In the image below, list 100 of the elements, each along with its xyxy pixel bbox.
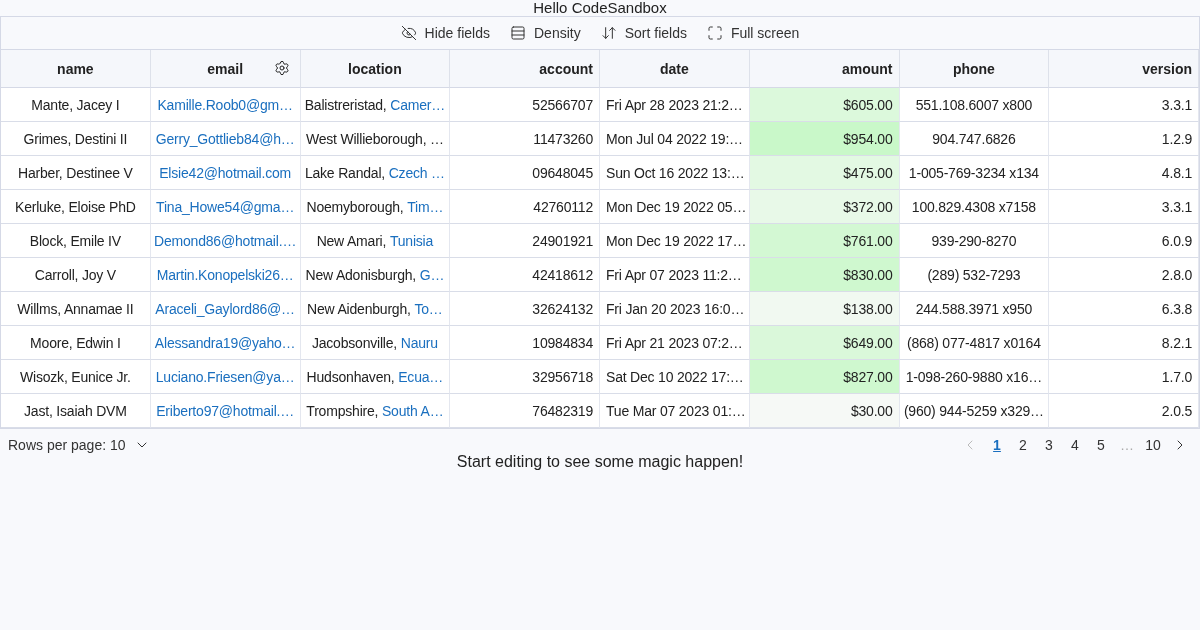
settings-icon[interactable] <box>273 60 290 76</box>
country-link[interactable]: Tunisia <box>389 232 434 249</box>
email-link[interactable]: Demond86@hotmail.… <box>154 232 297 249</box>
column-title[interactable]: name <box>57 60 94 77</box>
country-link[interactable]: Ecua… <box>398 368 444 385</box>
table-cell: Wisozk, Eunice Jr. <box>1 360 151 394</box>
table-cell: Fri Apr 28 2023 21:2… <box>600 88 750 122</box>
rows-per-page-select[interactable]: Rows per page: 10 <box>8 437 150 453</box>
email-link[interactable]: Gerry_Gottlieb84@h… <box>155 130 295 147</box>
table-cell: 3.3.1 <box>1049 88 1199 122</box>
email-link[interactable]: Tina_Howe54@gma… <box>156 198 295 215</box>
table-cell: Mon Dec 19 2022 17… <box>600 224 750 258</box>
toolbar-button[interactable]: Sort fields <box>600 25 687 41</box>
page-button[interactable]: 1 <box>986 437 1008 453</box>
table-cell: 8.2.1 <box>1049 326 1199 360</box>
column-title[interactable]: location <box>348 60 402 77</box>
city-text: New Amari, <box>316 232 388 249</box>
table-cell: 3.3.1 <box>1049 190 1199 224</box>
amount-cell: $954.00 <box>749 122 900 156</box>
table-cell: 32956718 <box>450 360 600 394</box>
city-text: Lake Randal, <box>304 164 386 181</box>
country-link[interactable]: Nauru <box>400 334 438 351</box>
city-text: New Aidenburgh, <box>307 300 412 317</box>
email-link[interactable]: Martin.Konopelski26… <box>156 266 294 283</box>
column-title[interactable]: version <box>1142 60 1192 77</box>
amount-cell: $30.00 <box>749 394 900 428</box>
table-cell: Mon Jul 04 2022 19:… <box>600 122 750 156</box>
country-link[interactable]: To… <box>414 300 443 317</box>
table-cell: 10984834 <box>450 326 600 360</box>
email-link[interactable]: Luciano.Friesen@ya… <box>155 368 295 385</box>
city-text: Jacobsonville, <box>311 334 399 351</box>
country-link[interactable]: G… <box>419 266 445 283</box>
country-link[interactable]: South A… <box>382 402 444 419</box>
country-link[interactable]: Camer… <box>390 96 446 113</box>
column-title[interactable]: phone <box>952 60 995 77</box>
table-cell: Mante, Jacey I <box>1 88 151 122</box>
table-cell: 244.588.3971 x950 <box>899 292 1050 326</box>
column-title[interactable]: date <box>659 60 689 77</box>
country-link[interactable]: Czech … <box>388 164 445 181</box>
page-button[interactable]: 3 <box>1038 437 1060 453</box>
toolbar-button[interactable]: Hide fields <box>400 25 490 41</box>
column-title[interactable]: email <box>207 60 244 77</box>
table-cell: Harber, Destinee V <box>1 156 151 190</box>
table-cell: Fri Apr 07 2023 11:2… <box>600 258 750 292</box>
amount-cell: $138.00 <box>749 292 900 326</box>
table-cell: Fri Apr 21 2023 07:2… <box>600 326 750 360</box>
page-button[interactable]: 4 <box>1064 437 1086 453</box>
amount-cell: $605.00 <box>749 88 900 122</box>
table-cell: 09648045 <box>450 156 600 190</box>
table-cell: 6.0.9 <box>1049 224 1199 258</box>
city-text: Noemyborough, <box>306 198 405 215</box>
email-link[interactable]: Alessandra19@yaho… <box>154 334 296 351</box>
amount-cell: $827.00 <box>749 360 900 394</box>
hint-message: Start editing to see some magic happen! <box>455 453 745 471</box>
email-link[interactable]: Kamille.Roob0@gm… <box>157 96 293 113</box>
table-cell: 52566707 <box>450 88 600 122</box>
table-cell: Willms, Annamae II <box>1 292 151 326</box>
table-cell: Mon Dec 19 2022 05… <box>600 190 750 224</box>
table-cell: 32624132 <box>450 292 600 326</box>
amount-cell: $649.00 <box>749 326 900 360</box>
amount-cell: $830.00 <box>749 258 900 292</box>
table-cell: 2.0.5 <box>1049 394 1199 428</box>
density-icon <box>510 25 526 41</box>
column-title[interactable]: account <box>539 60 593 77</box>
city-text: Hudsonhaven, <box>306 368 396 385</box>
toolbar-button[interactable]: Density <box>510 25 581 41</box>
table-cell: 76482319 <box>450 394 600 428</box>
table-cell: Fri Jan 20 2023 16:0… <box>600 292 750 326</box>
table-cell: 4.8.1 <box>1049 156 1199 190</box>
table-cell: 100.829.4308 x7158 <box>899 190 1050 224</box>
city-text: Balistreristad, <box>304 96 388 113</box>
table-cell: Block, Emile IV <box>1 224 151 258</box>
page-button[interactable]: 10 <box>1142 437 1164 453</box>
table-cell: Sun Oct 16 2022 13:… <box>600 156 750 190</box>
table-cell: Moore, Edwin I <box>1 326 151 360</box>
table-cell: 42418612 <box>450 258 600 292</box>
email-link[interactable]: Araceli_Gaylord86@… <box>155 300 295 317</box>
table-cell: Jast, Isaiah DVM <box>1 394 151 428</box>
page-title: Hello CodeSandbox <box>532 0 668 16</box>
table-cell: 11473260 <box>450 122 600 156</box>
city-text: Trompshire, <box>306 402 380 419</box>
table-cell: Grimes, Destini II <box>1 122 151 156</box>
table-cell: 2.8.0 <box>1049 258 1199 292</box>
table-cell: Kerluke, Eloise PhD <box>1 190 151 224</box>
fullscreen-icon <box>706 25 723 41</box>
table-cell: 904.747.6826 <box>899 122 1050 156</box>
table-cell: Carroll, Joy V <box>1 258 151 292</box>
table-cell: (868) 077-4817 x0164 <box>899 326 1050 360</box>
page-button[interactable]: 5 <box>1090 437 1112 453</box>
toolbar-button[interactable]: Full screen <box>706 25 800 41</box>
column-title[interactable]: amount <box>841 60 893 77</box>
table-cell: 24901921 <box>450 224 600 258</box>
table-cell: 1-005-769-3234 x134 <box>899 156 1050 190</box>
email-link[interactable]: Eriberto97@hotmail.… <box>156 402 295 419</box>
amount-cell: $372.00 <box>749 190 900 224</box>
country-link[interactable]: Tim… <box>407 198 444 215</box>
table-cell: 939-290-8270 <box>899 224 1050 258</box>
amount-cell: $475.00 <box>749 156 900 190</box>
page-button[interactable]: 2 <box>1012 437 1034 453</box>
email-link[interactable]: Elsie42@hotmail.com <box>159 164 292 181</box>
